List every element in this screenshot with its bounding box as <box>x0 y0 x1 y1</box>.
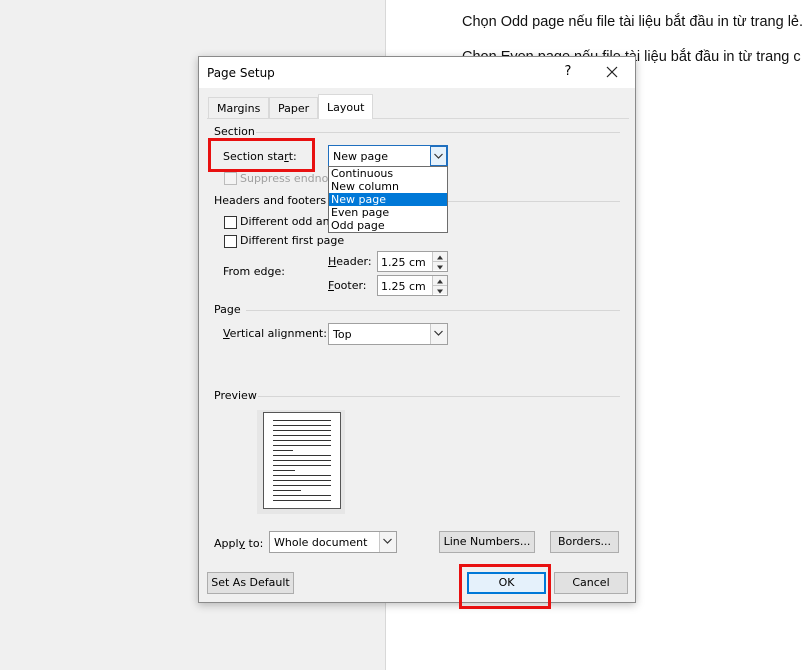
apply-to-dropdown-button[interactable] <box>379 532 396 552</box>
tab-margins[interactable]: Margins <box>208 97 270 118</box>
from-edge-label: From edge: <box>223 265 285 278</box>
option-continuous[interactable]: Continuous <box>329 167 447 180</box>
page-preview-thumbnail <box>263 412 341 509</box>
header-distance-spinner[interactable]: 1.25 cm <box>377 251 448 272</box>
vertical-alignment-dropdown-button[interactable] <box>430 324 447 344</box>
footer-spin-up-button[interactable] <box>433 276 447 285</box>
section-start-label: Section start: <box>223 150 297 163</box>
preview-heading: Preview <box>214 389 257 402</box>
ok-button[interactable]: OK <box>467 572 546 594</box>
vertical-alignment-label: Vertical alignment: <box>223 327 327 340</box>
cancel-button[interactable]: Cancel <box>554 572 628 594</box>
preview-divider <box>258 396 620 397</box>
page-heading: Page <box>214 303 241 316</box>
header-spin-down-button[interactable] <box>433 261 447 270</box>
headers-footers-divider <box>448 201 620 202</box>
dialog-title: Page Setup <box>207 66 275 80</box>
set-as-default-button[interactable]: Set As Default <box>207 572 294 594</box>
footer-distance-value: 1.25 cm <box>381 280 426 293</box>
option-new-column[interactable]: New column <box>329 180 447 193</box>
header-label: Header: <box>328 255 372 268</box>
section-start-dropdown-list[interactable]: Continuous New column New page Even page… <box>328 166 448 233</box>
page-divider <box>246 310 620 311</box>
option-even-page[interactable]: Even page <box>329 206 447 219</box>
section-start-value: New page <box>333 150 388 163</box>
apply-to-label: Apply to: <box>214 537 264 550</box>
header-spin-up-button[interactable] <box>433 252 447 261</box>
option-new-page[interactable]: New page <box>329 193 447 206</box>
help-button[interactable]: ? <box>555 61 581 83</box>
tab-paper[interactable]: Paper <box>269 97 319 118</box>
suppress-endnotes-label: Suppress endnotes <box>240 172 328 185</box>
tab-layout[interactable]: Layout <box>318 94 374 119</box>
vertical-alignment-combobox[interactable]: Top <box>328 323 448 345</box>
apply-to-combobox[interactable]: Whole document <box>269 531 397 553</box>
different-odd-even-checkbox[interactable] <box>224 216 237 229</box>
section-heading: Section <box>214 125 255 138</box>
close-button[interactable] <box>599 61 625 83</box>
chevron-down-icon <box>434 153 443 159</box>
header-distance-value: 1.25 cm <box>381 256 426 269</box>
spin-down-icon <box>437 289 443 294</box>
chevron-down-icon <box>434 330 443 336</box>
apply-to-value: Whole document <box>274 536 368 549</box>
close-icon <box>606 66 618 78</box>
borders-button[interactable]: Borders... <box>550 531 619 553</box>
document-text-line-1: Chọn Odd page nếu file tài liệu bắt đầu … <box>462 14 804 30</box>
line-numbers-button[interactable]: Line Numbers... <box>439 531 535 553</box>
footer-distance-spinner[interactable]: 1.25 cm <box>377 275 448 296</box>
footer-spin-down-button[interactable] <box>433 285 447 294</box>
option-odd-page[interactable]: Odd page <box>329 219 447 232</box>
section-start-combobox[interactable]: New page <box>328 145 448 167</box>
section-divider <box>256 132 620 133</box>
different-odd-even-label: Different odd and even <box>240 215 328 228</box>
headers-footers-heading: Headers and footers <box>214 194 327 207</box>
section-start-dropdown-button[interactable] <box>430 146 447 166</box>
different-first-page-checkbox[interactable] <box>224 235 237 248</box>
chevron-down-icon <box>383 538 392 544</box>
footer-label: Footer: <box>328 279 367 292</box>
spin-down-icon <box>437 265 443 270</box>
suppress-endnotes-checkbox[interactable] <box>224 172 237 185</box>
dialog-titlebar: Page Setup ? <box>199 57 635 88</box>
different-first-page-label: Different first page <box>240 234 345 247</box>
vertical-alignment-value: Top <box>333 328 352 341</box>
